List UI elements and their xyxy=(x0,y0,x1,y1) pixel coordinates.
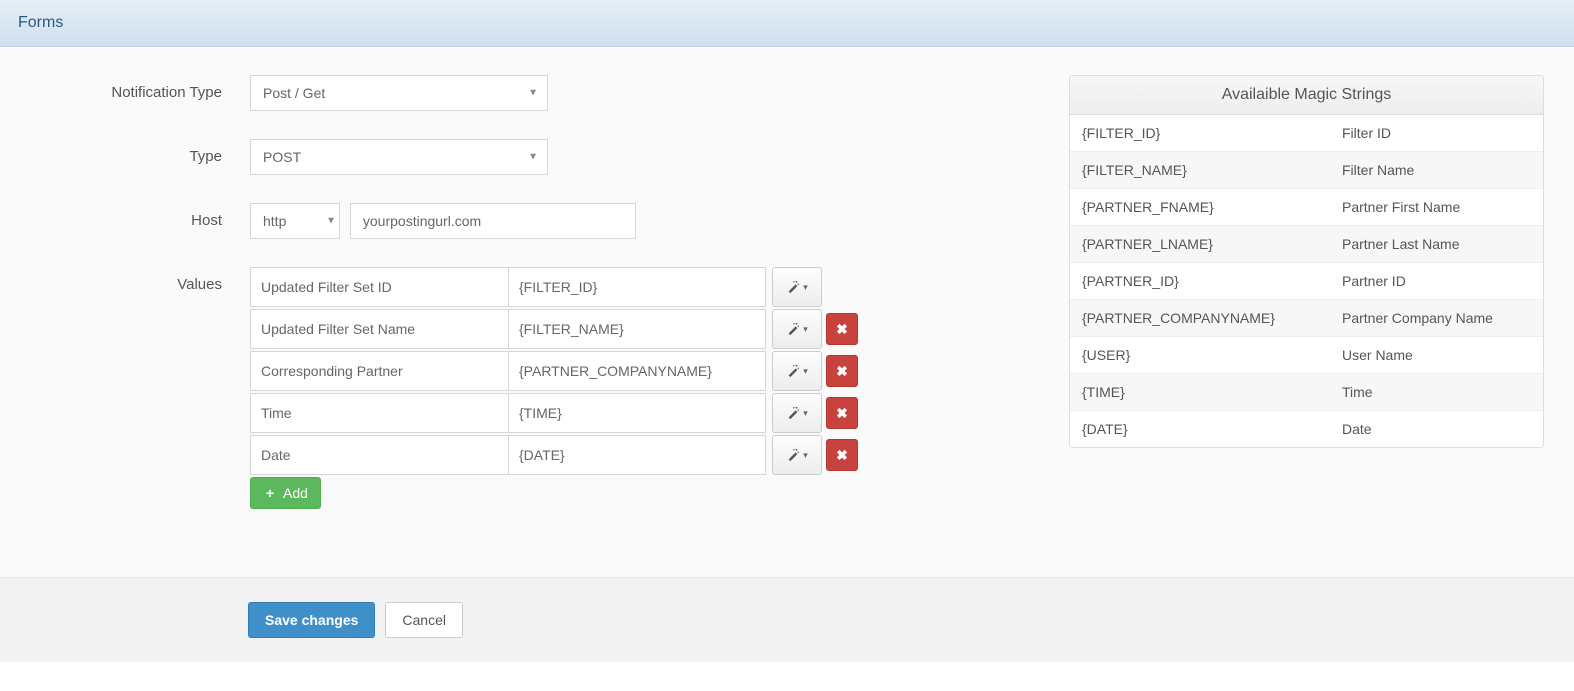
magic-string-desc: Partner First Name xyxy=(1330,189,1543,225)
magic-string-token: {DATE} xyxy=(1070,411,1330,447)
value-key-input[interactable] xyxy=(250,435,508,475)
magic-picker-button[interactable]: ▾ xyxy=(772,393,822,433)
close-icon: ✖ xyxy=(836,447,848,464)
magic-picker-button[interactable]: ▾ xyxy=(772,351,822,391)
close-icon: ✖ xyxy=(836,405,848,422)
magic-picker-button[interactable]: ▾ xyxy=(772,267,822,307)
magic-string-desc: Time xyxy=(1330,374,1543,410)
footer-bar: Save changes Cancel xyxy=(0,577,1574,662)
magic-string-desc: User Name xyxy=(1330,337,1543,373)
plus-icon: + xyxy=(263,486,277,500)
label-host: Host xyxy=(30,203,250,239)
magic-wand-icon xyxy=(786,364,800,378)
type-select[interactable]: POST xyxy=(250,139,548,175)
label-type: Type xyxy=(30,139,250,175)
chevron-down-icon: ▾ xyxy=(803,366,808,377)
magic-string-row: {PARTNER_ID}Partner ID xyxy=(1070,263,1543,300)
magic-string-token: {FILTER_ID} xyxy=(1070,115,1330,151)
magic-string-row: {PARTNER_FNAME}Partner First Name xyxy=(1070,189,1543,226)
magic-strings-panel: Availaible Magic Strings {FILTER_ID}Filt… xyxy=(1069,75,1544,448)
value-row: ▾✖ xyxy=(250,351,1029,391)
page-header: Forms xyxy=(0,0,1574,47)
delete-row-button[interactable]: ✖ xyxy=(826,397,858,429)
content-area: Notification Type Post / Get Type POST xyxy=(0,47,1574,577)
magic-string-desc: Partner ID xyxy=(1330,263,1543,299)
row-notification-type: Notification Type Post / Get xyxy=(30,75,1029,111)
value-key-input[interactable] xyxy=(250,309,508,349)
row-host: Host http xyxy=(30,203,1029,239)
magic-string-token: {PARTNER_COMPANYNAME} xyxy=(1070,300,1330,336)
magic-string-token: {PARTNER_FNAME} xyxy=(1070,189,1330,225)
value-token-input[interactable] xyxy=(508,435,766,475)
magic-wand-icon xyxy=(786,280,800,294)
notification-type-select[interactable]: Post / Get xyxy=(250,75,548,111)
magic-strings-column: Availaible Magic Strings {FILTER_ID}Filt… xyxy=(1069,75,1544,448)
row-values: Values ▾▾✖▾✖▾✖▾✖ + Add xyxy=(30,267,1029,509)
magic-strings-title: Availaible Magic Strings xyxy=(1070,76,1543,115)
magic-string-desc: Partner Last Name xyxy=(1330,226,1543,262)
chevron-down-icon: ▾ xyxy=(803,324,808,335)
magic-string-token: {FILTER_NAME} xyxy=(1070,152,1330,188)
label-values: Values xyxy=(30,267,250,303)
value-row: ▾✖ xyxy=(250,435,1029,475)
chevron-down-icon: ▾ xyxy=(803,450,808,461)
magic-string-row: {TIME}Time xyxy=(1070,374,1543,411)
forms-breadcrumb-link[interactable]: Forms xyxy=(18,14,63,31)
value-key-input[interactable] xyxy=(250,267,508,307)
magic-string-row: {PARTNER_LNAME}Partner Last Name xyxy=(1070,226,1543,263)
value-key-input[interactable] xyxy=(250,351,508,391)
host-url-input[interactable] xyxy=(350,203,636,239)
delete-row-button[interactable]: ✖ xyxy=(826,355,858,387)
delete-row-button[interactable]: ✖ xyxy=(826,439,858,471)
value-row: ▾✖ xyxy=(250,393,1029,433)
magic-string-desc: Filter ID xyxy=(1330,115,1543,151)
host-protocol-select[interactable]: http xyxy=(250,203,340,239)
magic-string-desc: Partner Company Name xyxy=(1330,300,1543,336)
magic-string-desc: Filter Name xyxy=(1330,152,1543,188)
magic-wand-icon xyxy=(786,406,800,420)
close-icon: ✖ xyxy=(836,321,848,338)
delete-row-button[interactable]: ✖ xyxy=(826,313,858,345)
magic-string-row: {FILTER_ID}Filter ID xyxy=(1070,115,1543,152)
magic-string-token: {PARTNER_ID} xyxy=(1070,263,1330,299)
magic-string-row: {FILTER_NAME}Filter Name xyxy=(1070,152,1543,189)
value-token-input[interactable] xyxy=(508,267,766,307)
value-row: ▾ xyxy=(250,267,1029,307)
magic-string-desc: Date xyxy=(1330,411,1543,447)
magic-wand-icon xyxy=(786,322,800,336)
row-type: Type POST xyxy=(30,139,1029,175)
chevron-down-icon: ▾ xyxy=(803,408,808,419)
magic-picker-button[interactable]: ▾ xyxy=(772,435,822,475)
magic-string-token: {PARTNER_LNAME} xyxy=(1070,226,1330,262)
magic-picker-button[interactable]: ▾ xyxy=(772,309,822,349)
chevron-down-icon: ▾ xyxy=(803,282,808,293)
label-notification-type: Notification Type xyxy=(30,75,250,111)
save-button[interactable]: Save changes xyxy=(248,602,375,638)
magic-string-token: {USER} xyxy=(1070,337,1330,373)
magic-string-token: {TIME} xyxy=(1070,374,1330,410)
magic-string-row: {DATE}Date xyxy=(1070,411,1543,447)
add-value-button[interactable]: + Add xyxy=(250,477,321,509)
value-token-input[interactable] xyxy=(508,393,766,433)
magic-string-row: {USER}User Name xyxy=(1070,337,1543,374)
form-column: Notification Type Post / Get Type POST xyxy=(30,75,1029,537)
value-token-input[interactable] xyxy=(508,351,766,391)
value-token-input[interactable] xyxy=(508,309,766,349)
magic-wand-icon xyxy=(786,448,800,462)
cancel-button[interactable]: Cancel xyxy=(385,602,463,638)
add-button-label: Add xyxy=(283,485,308,501)
close-icon: ✖ xyxy=(836,363,848,380)
value-row: ▾✖ xyxy=(250,309,1029,349)
magic-string-row: {PARTNER_COMPANYNAME}Partner Company Nam… xyxy=(1070,300,1543,337)
value-key-input[interactable] xyxy=(250,393,508,433)
